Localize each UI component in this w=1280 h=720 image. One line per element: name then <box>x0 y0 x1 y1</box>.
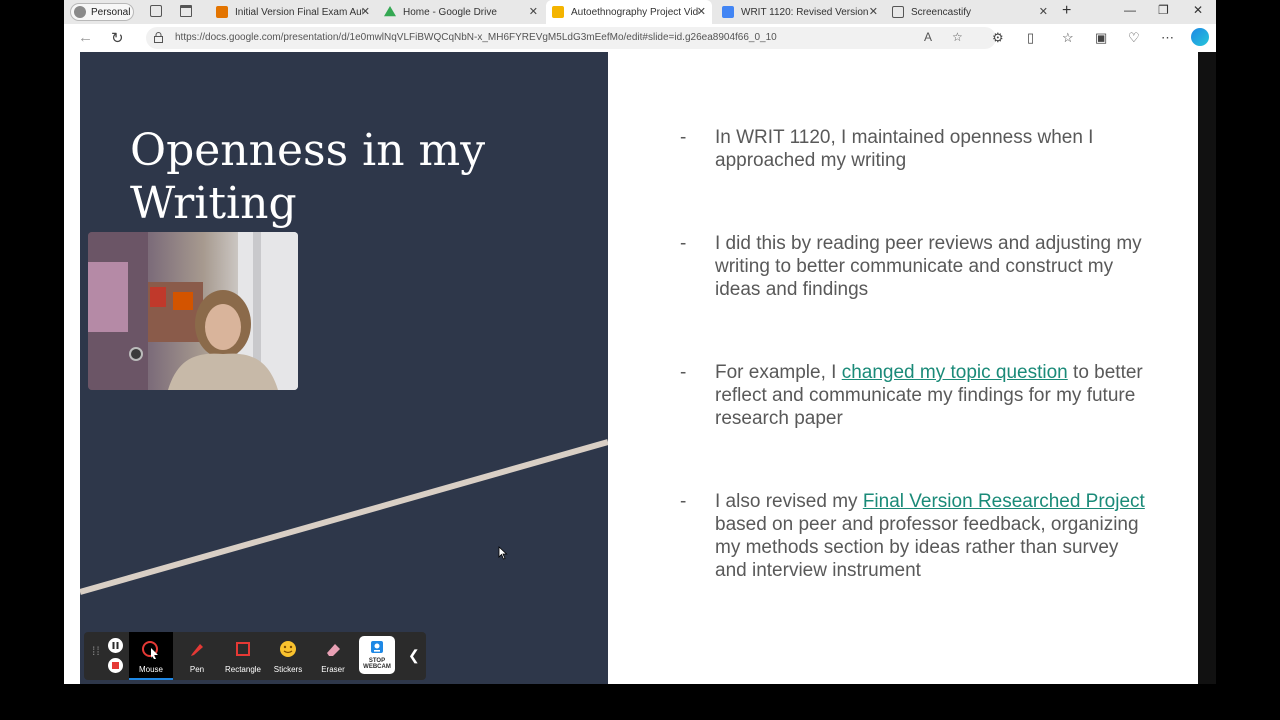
reload-icon[interactable]: ↻ <box>111 29 124 47</box>
webcam-overlay[interactable] <box>88 232 298 390</box>
tab-writ-1120[interactable]: WRIT 1120: Revised Version Re ✕ <box>716 0 884 24</box>
mouse-tool-button[interactable]: Mouse <box>129 632 173 680</box>
mouse-pointer-icon <box>498 546 508 560</box>
address-bar[interactable]: https://docs.google.com/presentation/d/1… <box>146 27 996 49</box>
back-arrow-icon[interactable]: ← <box>78 29 93 46</box>
stop-webcam-button[interactable]: STOP WEBCAM <box>359 636 395 674</box>
tool-label: Eraser <box>321 665 345 674</box>
workspaces-icon[interactable] <box>150 5 162 17</box>
restore-icon[interactable]: ❐ <box>1158 3 1169 17</box>
minimize-icon[interactable]: — <box>1124 3 1136 17</box>
eraser-tool-button[interactable]: Eraser <box>311 632 355 680</box>
tool-label: Stickers <box>273 665 303 674</box>
tab-bar: Personal Initial Version Final Exam Auto… <box>64 0 1216 24</box>
tool-label: Rectangle <box>224 665 262 674</box>
favorites-icon[interactable]: ☆ <box>1062 30 1074 46</box>
tab-autoethnography-project[interactable]: Autoethnography Project Vide ✕ <box>546 0 712 24</box>
slide-gutter <box>66 52 80 684</box>
collapse-chevron-icon[interactable]: ❮ <box>408 647 420 664</box>
address-toolbar: ← ↻ https://docs.google.com/presentation… <box>64 24 1216 53</box>
bullet-list: - In WRIT 1120, I maintained openness wh… <box>608 52 1198 684</box>
stop-webcam-label: STOP WEBCAM <box>363 658 391 670</box>
stop-recording-icon[interactable] <box>108 658 123 673</box>
document-favicon-icon <box>216 6 228 18</box>
tab-title: Autoethnography Project Vide <box>571 6 699 18</box>
bullet-dash: - <box>680 127 687 148</box>
bullet-text: I did this by reading peer reviews and a… <box>715 233 1142 300</box>
rectangle-tool-button[interactable]: Rectangle <box>221 632 265 680</box>
bullet-dash: - <box>680 362 687 383</box>
lock-icon <box>154 32 163 43</box>
bullet-dash: - <box>680 491 687 512</box>
drag-handle-icon[interactable]: ⁞⁞ <box>92 645 101 657</box>
pen-icon <box>191 644 203 656</box>
tab-initial-version[interactable]: Initial Version Final Exam Auto ✕ <box>210 0 376 24</box>
close-tab-icon[interactable]: ✕ <box>697 5 706 18</box>
bullet-text: For example, I changed my topic question… <box>715 361 1155 430</box>
new-tab-icon[interactable]: + <box>1062 2 1071 20</box>
slide-left-panel: Openness in my Writing ⁞⁞ Mouse Pen Rect… <box>80 52 608 684</box>
bullet-text: I also revised my Final Version Research… <box>715 490 1155 582</box>
tab-google-drive[interactable]: Home - Google Drive ✕ <box>378 0 544 24</box>
tab-title: Screencastify <box>911 6 972 18</box>
google-slides-icon <box>552 6 564 18</box>
mouse-cursor-icon <box>142 641 158 659</box>
slide-title-line: Openness in my <box>130 125 486 176</box>
pen-tool-button[interactable]: Pen <box>175 632 219 680</box>
pause-icon[interactable] <box>108 638 123 653</box>
topic-question-link[interactable]: changed my topic question <box>842 362 1068 383</box>
tab-title: Initial Version Final Exam Auto <box>235 6 363 18</box>
tool-label: Mouse <box>138 665 163 674</box>
stickers-tool-button[interactable]: Stickers <box>266 632 310 680</box>
copilot-icon[interactable] <box>1191 28 1209 46</box>
bullet-dash: - <box>680 233 687 254</box>
tab-actions-icon[interactable] <box>180 5 192 17</box>
tool-label: Pen <box>189 665 205 674</box>
slide-right-panel: - In WRIT 1120, I maintained openness wh… <box>608 52 1198 684</box>
slide-title-line: Writing <box>130 178 297 229</box>
google-docs-icon <box>722 6 734 18</box>
bullet-text: In WRIT 1120, I maintained openness when… <box>715 127 1094 171</box>
screencastify-toolbar: ⁞⁞ Mouse Pen Rectangle Stickers Eraser S… <box>84 632 426 680</box>
close-tab-icon[interactable]: ✕ <box>361 5 370 18</box>
eraser-icon <box>327 644 340 656</box>
more-menu-icon[interactable]: ⋯ <box>1161 30 1174 46</box>
sticker-smiley-icon <box>280 641 296 657</box>
bullet-text-prefix: I also revised my <box>715 491 863 512</box>
webcam-video-feed <box>88 232 298 390</box>
profile-avatar-icon <box>74 6 86 18</box>
page-favicon-icon <box>892 6 904 18</box>
bullet-text-suffix: based on peer and professor feedback, or… <box>715 514 1139 581</box>
scrollbar[interactable] <box>1198 52 1216 684</box>
rectangle-icon <box>236 642 250 656</box>
close-tab-icon[interactable]: ✕ <box>1039 5 1048 18</box>
tab-title: WRIT 1120: Revised Version Re <box>741 6 869 18</box>
profile-label: Personal <box>91 6 131 18</box>
presentation-view: Openness in my Writing ⁞⁞ Mouse Pen Rect… <box>64 52 1216 684</box>
webcam-icon <box>371 641 383 653</box>
split-screen-icon[interactable]: ▯ <box>1027 30 1034 46</box>
bullet-text-prefix: For example, I <box>715 362 842 383</box>
browser-window: Personal Initial Version Final Exam Auto… <box>64 0 1216 684</box>
browser-essentials-icon[interactable]: ♡ <box>1128 30 1140 46</box>
extensions-icon[interactable]: ⚙ <box>992 30 1004 46</box>
close-tab-icon[interactable]: ✕ <box>869 5 878 18</box>
slide-title: Openness in my Writing <box>130 124 485 230</box>
read-aloud-icon[interactable]: A <box>924 30 932 44</box>
url-text: https://docs.google.com/presentation/d/1… <box>175 32 777 43</box>
profile-button[interactable]: Personal <box>70 3 134 21</box>
close-tab-icon[interactable]: ✕ <box>529 5 538 18</box>
tab-title: Home - Google Drive <box>403 6 497 18</box>
final-version-project-link[interactable]: Final Version Researched Project <box>863 491 1145 512</box>
window-close-icon[interactable]: ✕ <box>1193 3 1203 17</box>
tab-screencastify[interactable]: Screencastify ✕ <box>886 0 1054 24</box>
favorite-star-icon[interactable]: ☆ <box>952 30 963 44</box>
google-drive-icon <box>384 6 396 17</box>
collections-icon[interactable]: ▣ <box>1095 30 1107 46</box>
